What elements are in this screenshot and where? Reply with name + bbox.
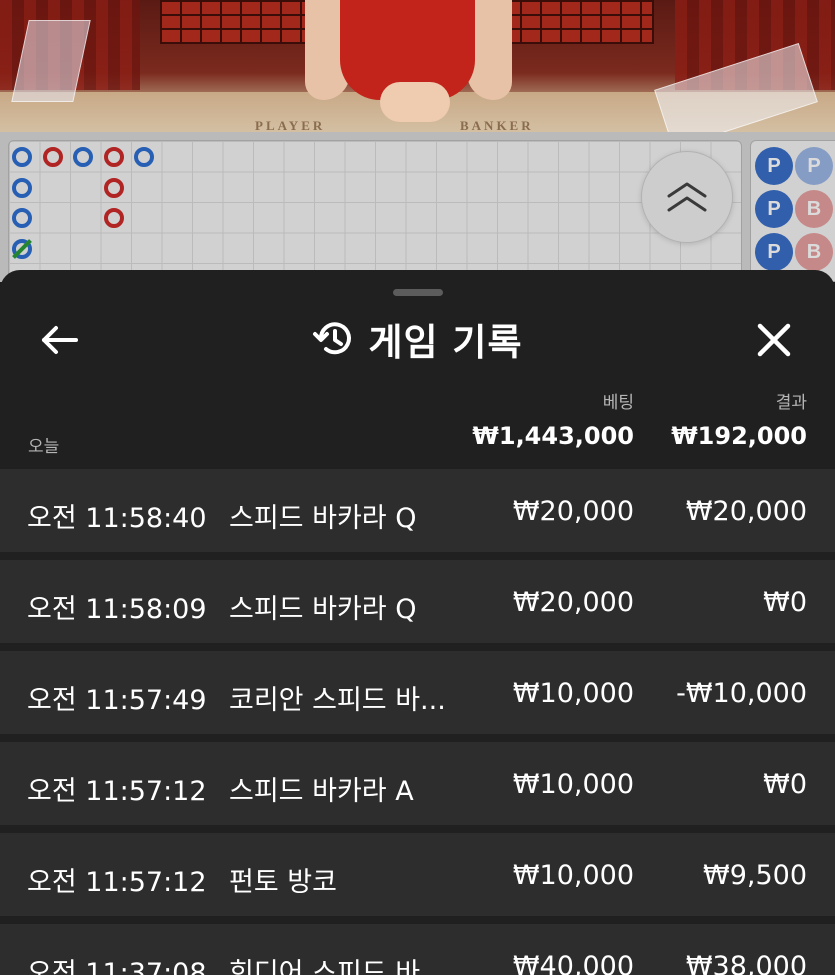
history-clock-icon xyxy=(313,322,352,355)
dealer xyxy=(305,0,525,132)
game-history-sheet: 게임 기록 베팅 결과 오늘 ₩1,443,000 ₩192,000 오전 11… xyxy=(0,270,835,975)
row-result: -₩10,000 xyxy=(676,678,807,709)
row-time: 오전 11:57:12 xyxy=(27,776,207,807)
close-x-icon xyxy=(757,323,791,357)
row-game: 스피드 바카라 A xyxy=(229,776,414,807)
history-row[interactable]: 오전 11:37:08 힌디어 스피드 바... ₩40,000 ₩38,000 xyxy=(0,924,835,975)
row-result: ₩20,000 xyxy=(685,496,807,527)
history-row[interactable]: 오전 11:57:49 코리안 스피드 바... ₩10,000 -₩10,00… xyxy=(0,651,835,734)
row-time: 오전 11:57:12 xyxy=(27,867,207,898)
result-column-header: 결과 xyxy=(775,393,807,413)
row-bet: ₩40,000 xyxy=(512,951,634,975)
close-button[interactable] xyxy=(754,320,794,360)
bet-total: ₩1,443,000 xyxy=(472,422,634,450)
player-table-label: PLAYER xyxy=(255,118,326,132)
live-video-stage: PLAYER BANKER xyxy=(0,0,835,132)
row-bet: ₩10,000 xyxy=(512,769,634,800)
row-time: 오전 11:37:08 xyxy=(27,958,207,975)
row-bet: ₩10,000 xyxy=(512,678,634,709)
row-time: 오전 11:58:40 xyxy=(27,503,207,534)
row-result: ₩38,000 xyxy=(685,951,807,975)
history-list: 오전 11:58:40 스피드 바카라 Q ₩20,000 ₩20,000 오전… xyxy=(0,469,835,975)
row-game: 코리안 스피드 바... xyxy=(229,685,446,716)
row-game: 펀토 방코 xyxy=(229,867,337,898)
row-result: ₩0 xyxy=(763,769,807,800)
history-row[interactable]: 오전 11:58:09 스피드 바카라 Q ₩20,000 ₩0 xyxy=(0,560,835,643)
sheet-header: 게임 기록 xyxy=(0,314,835,364)
row-game: 스피드 바카라 Q xyxy=(229,594,417,625)
row-result: ₩9,500 xyxy=(703,860,807,891)
history-row[interactable]: 오전 11:57:12 펀토 방코 ₩10,000 ₩9,500 xyxy=(0,833,835,916)
banker-table-label: BANKER xyxy=(460,118,534,132)
history-row[interactable]: 오전 11:57:12 스피드 바카라 A ₩10,000 ₩0 xyxy=(0,742,835,825)
sheet-title: 게임 기록 xyxy=(368,321,523,364)
day-group-label: 오늘 xyxy=(28,437,60,457)
decor-lattice-left xyxy=(160,0,314,44)
row-time: 오전 11:58:09 xyxy=(27,594,207,625)
history-row[interactable]: 오전 11:58:40 스피드 바카라 Q ₩20,000 ₩20,000 xyxy=(0,469,835,552)
row-game: 힌디어 스피드 바... xyxy=(229,958,446,975)
row-game: 스피드 바카라 Q xyxy=(229,503,417,534)
modal-dim-overlay[interactable] xyxy=(0,132,835,282)
row-time: 오전 11:57:49 xyxy=(27,685,207,716)
row-bet: ₩20,000 xyxy=(512,496,634,527)
row-result: ₩0 xyxy=(763,587,807,618)
row-bet: ₩20,000 xyxy=(512,587,634,618)
result-total: ₩192,000 xyxy=(671,422,807,450)
sheet-drag-handle[interactable] xyxy=(393,289,443,296)
row-bet: ₩10,000 xyxy=(512,860,634,891)
bet-column-header: 베팅 xyxy=(602,393,634,413)
